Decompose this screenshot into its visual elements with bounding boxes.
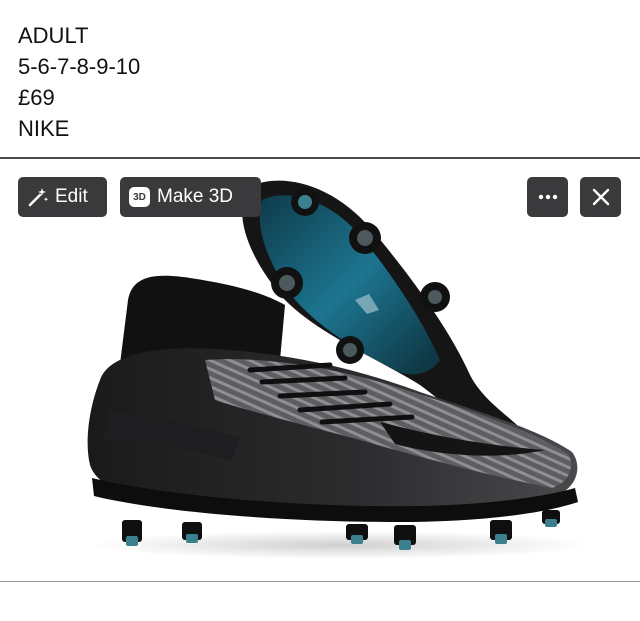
caption-line-brand: NIKE [18,116,70,141]
magic-wand-icon [27,186,49,208]
make-3d-button[interactable]: 3D Make 3D [120,177,261,217]
caption-line-sizes: 5-6-7-8-9-10 [18,54,141,79]
edit-button[interactable]: Edit [18,177,107,217]
edit-button-label: Edit [55,186,88,207]
3d-icon: 3D [129,187,150,207]
make-3d-button-label: Make 3D [157,186,234,207]
divider [0,581,640,582]
close-icon [592,188,610,206]
divider [0,157,640,159]
more-options-button[interactable] [527,177,568,217]
close-button[interactable] [580,177,621,217]
listing-caption: ADULT 5-6-7-8-9-10 £69 NIKE [18,20,140,144]
product-photo[interactable] [0,160,640,580]
ellipsis-icon [538,194,558,200]
caption-line-category: ADULT [18,23,89,48]
football-boot-image [87,180,590,559]
caption-line-price: £69 [18,85,55,110]
